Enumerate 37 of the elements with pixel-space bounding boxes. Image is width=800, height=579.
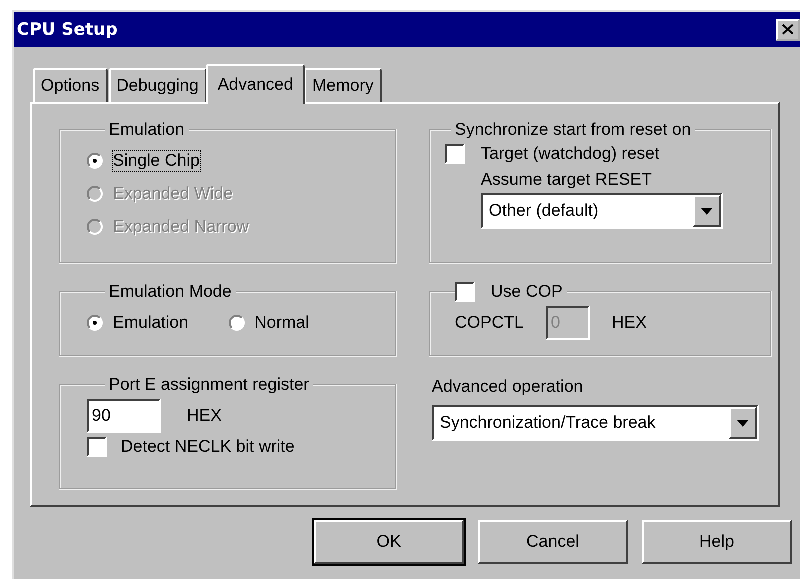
group-label: Emulation [108,120,186,140]
radio-button[interactable] [87,152,103,168]
field-label: Advanced operation [432,377,584,397]
tab[interactable]: Memory [304,68,382,102]
window-title: CPU Setup [17,20,118,40]
group-label: Port E assignment register [108,375,310,395]
tab[interactable]: Advanced [206,64,306,104]
tab[interactable]: Options [33,68,108,102]
group-label: Synchronize start from reset on [454,120,692,140]
radio-label: Expanded Wide [113,184,234,204]
dialog-button[interactable]: OK [314,520,464,564]
caret-icon [737,420,749,426]
checkbox-label: Target (watchdog) reset [481,144,660,164]
radio-label: Normal [254,312,310,332]
dialog-button[interactable]: Cancel [478,520,628,564]
tab[interactable]: Debugging [108,68,207,102]
input-field[interactable]: 90 [87,399,161,433]
radio-label: Emulation [113,312,189,332]
field-label: Assume target RESET [481,170,654,190]
dialog-button[interactable]: Help [642,520,792,564]
checkbox-label: Use COP [491,282,563,302]
dropdown[interactable]: Synchronization/Trace break [432,405,759,441]
checkbox-label: Detect NECLK bit write [121,437,295,457]
close-icon [782,24,794,35]
radio-button[interactable] [87,314,103,330]
group-label: Emulation Mode [108,282,233,302]
radio-label: Expanded Narrow [113,216,250,236]
checkbox[interactable] [445,144,465,164]
caret-icon [701,208,713,214]
close-button[interactable] [776,18,800,40]
checkbox[interactable] [87,437,107,457]
radio-label: Single Chip [113,150,200,170]
unit-label: HEX [612,313,647,333]
unit-label: HEX [187,406,222,426]
field-label: COPCTL [455,313,524,333]
radio-button[interactable] [228,314,245,330]
dropdown[interactable]: Other (default) [481,193,723,229]
